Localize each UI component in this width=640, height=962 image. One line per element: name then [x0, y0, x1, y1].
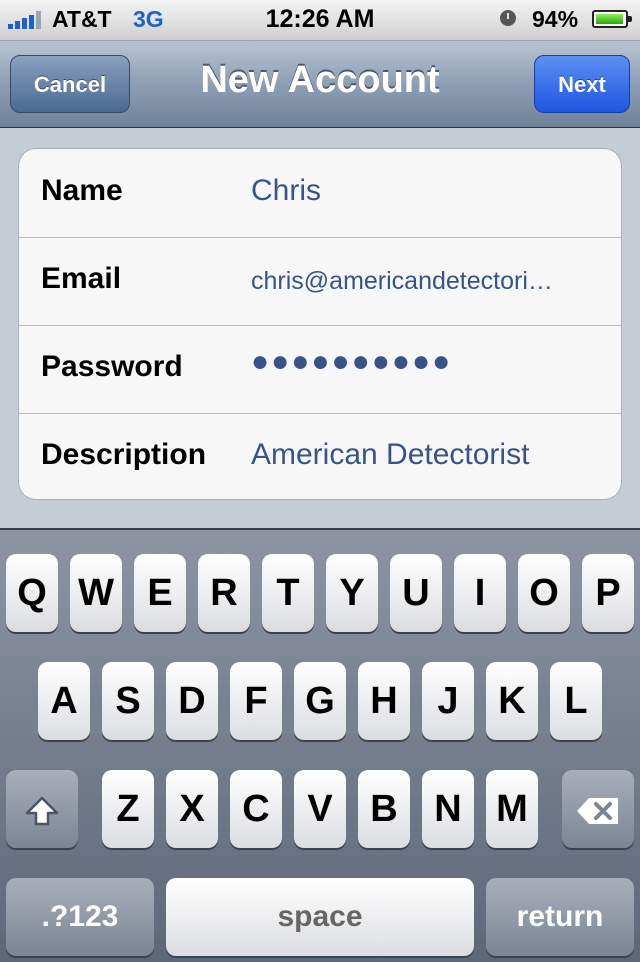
key-p[interactable]: P	[582, 554, 634, 632]
key-i[interactable]: I	[454, 554, 506, 632]
key-s[interactable]: S	[102, 662, 154, 740]
key-d[interactable]: D	[166, 662, 218, 740]
key-o[interactable]: O	[518, 554, 570, 632]
alarm-clock-icon	[500, 10, 516, 26]
navigation-bar: Cancel New Account Next	[0, 41, 640, 128]
account-form: Name Chris Email chris@americandetectori…	[18, 148, 622, 500]
password-field[interactable]: ●●●●●●●●●●	[251, 345, 452, 379]
battery-level-fill	[596, 14, 624, 24]
key-j[interactable]: J	[422, 662, 474, 740]
password-label: Password	[41, 350, 183, 383]
return-key[interactable]: return	[486, 878, 634, 956]
key-l[interactable]: L	[550, 662, 602, 740]
key-b[interactable]: B	[358, 770, 410, 848]
shift-icon	[25, 796, 59, 826]
backspace-icon	[577, 797, 618, 824]
form-row-email[interactable]: Email chris@americandetectori…	[19, 237, 621, 326]
name-label: Name	[41, 174, 123, 207]
name-field[interactable]: Chris	[251, 174, 321, 208]
form-row-description[interactable]: Description American Detectorist	[19, 413, 621, 499]
keyboard: Q W E R T Y U I O P A S D F G H J K L Z …	[0, 528, 640, 962]
key-e[interactable]: E	[134, 554, 186, 632]
key-c[interactable]: C	[230, 770, 282, 848]
email-label: Email	[41, 262, 122, 295]
key-y[interactable]: Y	[326, 554, 378, 632]
key-z[interactable]: Z	[102, 770, 154, 848]
key-t[interactable]: T	[262, 554, 314, 632]
key-w[interactable]: W	[70, 554, 122, 632]
shift-key[interactable]	[6, 770, 78, 848]
status-bar: AT&T 3G 12:26 AM 94%	[0, 0, 640, 41]
key-f[interactable]: F	[230, 662, 282, 740]
key-r[interactable]: R	[198, 554, 250, 632]
battery-icon	[592, 10, 632, 28]
form-row-password[interactable]: Password ●●●●●●●●●●	[19, 325, 621, 414]
form-row-name[interactable]: Name Chris	[19, 149, 621, 238]
description-label: Description	[41, 438, 207, 471]
battery-percentage: 94%	[532, 6, 579, 32]
key-u[interactable]: U	[390, 554, 442, 632]
key-n[interactable]: N	[422, 770, 474, 848]
key-v[interactable]: V	[294, 770, 346, 848]
key-h[interactable]: H	[358, 662, 410, 740]
numbers-key[interactable]: .?123	[6, 878, 154, 956]
space-key[interactable]: space	[166, 878, 474, 956]
key-m[interactable]: M	[486, 770, 538, 848]
email-field[interactable]: chris@americandetectori…	[251, 267, 553, 296]
key-a[interactable]: A	[38, 662, 90, 740]
key-k[interactable]: K	[486, 662, 538, 740]
description-field[interactable]: American Detectorist	[251, 438, 529, 472]
form-area: Name Chris Email chris@americandetectori…	[0, 128, 640, 528]
delete-key[interactable]	[562, 770, 634, 848]
key-g[interactable]: G	[294, 662, 346, 740]
next-button[interactable]: Next	[534, 55, 630, 113]
key-q[interactable]: Q	[6, 554, 58, 632]
key-x[interactable]: X	[166, 770, 218, 848]
